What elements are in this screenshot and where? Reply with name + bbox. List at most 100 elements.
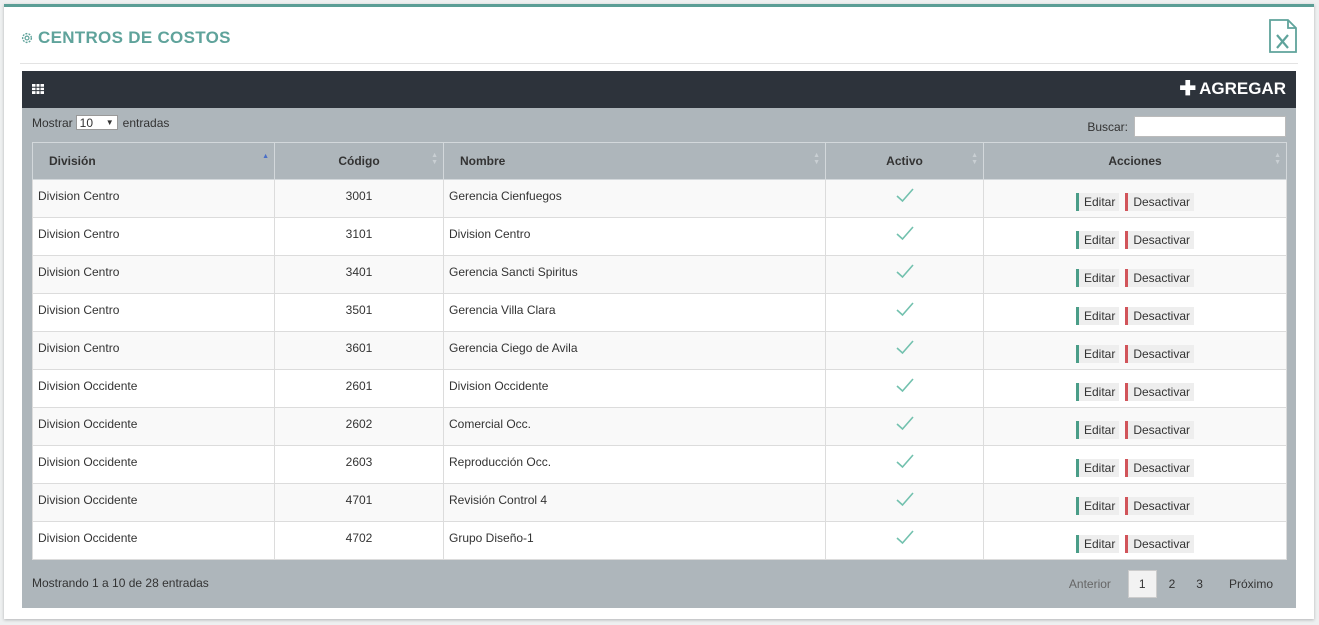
cell-name: Grupo Diseño-1 [443,521,826,560]
cell-actions: Editar Desactivar [983,255,1287,294]
deactivate-button[interactable]: Desactivar [1125,383,1195,401]
cell-code: 3501 [274,293,444,332]
cell-code: 2602 [274,407,444,446]
cell-active [825,369,984,408]
deactivate-button[interactable]: Desactivar [1125,307,1195,325]
edit-button[interactable]: Editar [1075,421,1120,439]
cell-code: 2601 [274,369,444,408]
cell-division: Division Centro [32,293,275,332]
table-row: Division Occidente 2601 Division Occidente… [32,369,1287,408]
pagination-previous[interactable]: Anterior [1060,571,1120,597]
table-row: Division Occidente 4702 Grupo Diseño-1 Edit… [32,521,1287,560]
checkmark-icon [895,264,915,282]
checkmark-icon [895,492,915,510]
page-card: CENTROS DE COSTOS ✚ AGREGAR Mostrar 10 ▼… [4,4,1314,619]
column-header-name[interactable]: Nombre ▲ ▼ [443,142,826,180]
deactivate-button[interactable]: Desactivar [1125,231,1195,249]
sort-icon: ▲ ▼ [1274,152,1281,166]
table-row: Division Occidente 4701 Revisión Control 4… [32,483,1287,522]
deactivate-button[interactable]: Desactivar [1125,421,1195,439]
cell-name: Gerencia Sancti Spiritus [443,255,826,294]
edit-button[interactable]: Editar [1075,307,1120,325]
deactivate-button[interactable]: Desactivar [1125,193,1195,211]
deactivate-button[interactable]: Desactivar [1125,535,1195,553]
cell-division: Division Occidente [32,483,275,522]
search-label: Buscar: [1087,119,1128,134]
column-header-code[interactable]: Código ▲ ▼ [274,142,444,180]
excel-export-icon[interactable] [1268,19,1298,58]
page-length-select[interactable]: 10 ▼ [75,115,118,130]
page-title-text: CENTROS DE COSTOS [38,28,231,47]
cell-active [825,331,984,370]
cell-active [825,293,984,332]
pagination-page-2[interactable]: 2 [1160,571,1185,597]
chevron-down-icon: ▼ [105,118,114,127]
cell-actions: Editar Desactivar [983,407,1287,446]
deactivate-button[interactable]: Desactivar [1125,269,1195,287]
cell-name: Reproducción Occ. [443,445,826,484]
cost-centers-table: División ▲ Código ▲ ▼ Nombre ▲ ▼ Activo ▲ ▼ [32,142,1287,560]
pagination-page-3[interactable]: 3 [1187,571,1212,597]
edit-button[interactable]: Editar [1075,269,1120,287]
cell-active [825,521,984,560]
cell-division: Division Centro [32,179,275,218]
cell-division: Division Centro [32,331,275,370]
cell-actions: Editar Desactivar [983,293,1287,332]
cell-actions: Editar Desactivar [983,483,1287,522]
cell-name: Division Centro [443,217,826,256]
table-row: Division Occidente 2603 Reproducción Occ. E… [32,445,1287,484]
column-header-label: Nombre [460,154,506,168]
cell-division: Division Occidente [32,407,275,446]
cell-actions: Editar Desactivar [983,521,1287,560]
checkmark-icon [895,530,915,548]
table-row: Division Centro 3001 Gerencia Cienfuegos Ed… [32,179,1287,218]
cell-actions: Editar Desactivar [983,179,1287,218]
add-button[interactable]: ✚ AGREGAR [1179,79,1286,99]
table-row: Division Centro 3101 Division Centro Editar… [32,217,1287,256]
plus-icon: ✚ [1179,78,1197,100]
cell-division: Division Centro [32,255,275,294]
table-icon [32,84,44,94]
panel-toolbar: ✚ AGREGAR [22,71,1296,108]
edit-button[interactable]: Editar [1075,345,1120,363]
column-header-actions[interactable]: Acciones ▲ ▼ [983,142,1287,180]
table-row: Division Occidente 2602 Comercial Occ. Edit… [32,407,1287,446]
cell-name: Gerencia Cienfuegos [443,179,826,218]
edit-button[interactable]: Editar [1075,535,1120,553]
edit-button[interactable]: Editar [1075,193,1120,211]
edit-button[interactable]: Editar [1075,231,1120,249]
page-length-value: 10 [79,115,94,130]
table-row: Division Centro 3501 Gerencia Villa Clara E… [32,293,1287,332]
edit-button[interactable]: Editar [1075,383,1120,401]
cell-active [825,255,984,294]
cell-division: Division Occidente [32,521,275,560]
search-control: Buscar: [1087,116,1286,137]
edit-button[interactable]: Editar [1075,459,1120,477]
pagination-page-1[interactable]: 1 [1127,570,1157,598]
page-length-control: Mostrar 10 ▼ entradas [32,115,169,130]
deactivate-button[interactable]: Desactivar [1125,345,1195,363]
checkmark-icon [895,454,915,472]
table-row: Division Centro 3601 Gerencia Ciego de Avi… [32,331,1287,370]
cell-name: Division Occidente [443,369,826,408]
cell-code: 2603 [274,445,444,484]
page-header: CENTROS DE COSTOS [20,19,1298,64]
column-header-active[interactable]: Activo ▲ ▼ [825,142,984,180]
checkmark-icon [895,416,915,434]
cell-name: Revisión Control 4 [443,483,826,522]
checkmark-icon [895,378,915,396]
cell-code: 3001 [274,179,444,218]
cell-active [825,179,984,218]
table-header-row: División ▲ Código ▲ ▼ Nombre ▲ ▼ Activo ▲ ▼ [32,142,1287,180]
edit-button[interactable]: Editar [1075,497,1120,515]
cell-actions: Editar Desactivar [983,445,1287,484]
column-header-division[interactable]: División ▲ [32,142,275,180]
sort-icon: ▲ ▼ [813,152,820,166]
cell-code: 4702 [274,521,444,560]
search-input[interactable] [1134,116,1286,137]
cell-division: Division Occidente [32,369,275,408]
deactivate-button[interactable]: Desactivar [1125,459,1195,477]
column-header-label: División [49,154,96,168]
pagination-next[interactable]: Próximo [1220,571,1282,597]
deactivate-button[interactable]: Desactivar [1125,497,1195,515]
